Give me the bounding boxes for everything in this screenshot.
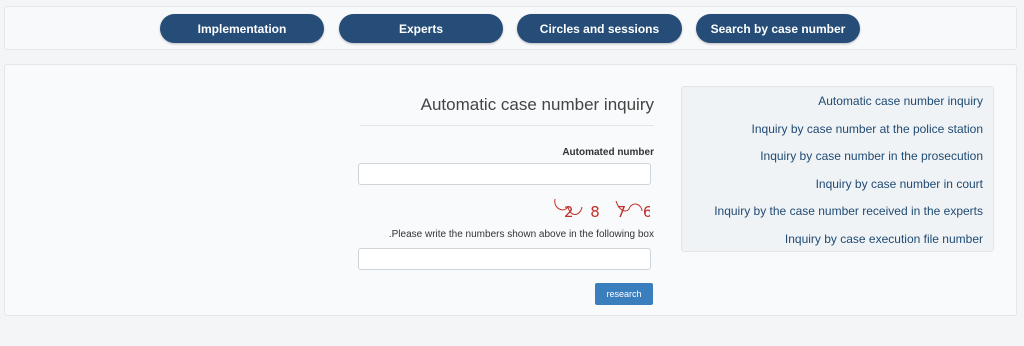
form-title: Automatic case number inquiry (420, 95, 654, 114)
captcha-graphic: 2 8 7 6 (554, 198, 652, 221)
sidebar-link-automatic-inquiry[interactable]: Automatic case number inquiry (818, 94, 983, 108)
sidebar-link-police-station[interactable]: Inquiry by case number at the police sta… (752, 122, 983, 136)
nav-experts-button[interactable]: Experts (339, 14, 503, 43)
automated-number-label: Automated number (562, 147, 654, 158)
inquiry-sidebar: Automatic case number inquiry Inquiry by… (681, 86, 994, 252)
captcha-hint: .Please write the numbers shown above in… (388, 229, 654, 240)
automated-number-input[interactable] (358, 163, 651, 185)
captcha-digits: 2 8 7 6 (564, 203, 650, 221)
nav-search-case-number-button[interactable]: Search by case number (696, 14, 860, 43)
sidebar-link-execution-file[interactable]: Inquiry by case execution file number (785, 232, 983, 246)
sidebar-link-prosecution[interactable]: Inquiry by case number in the prosecutio… (760, 149, 983, 163)
main-panel: Automatic case number inquiry Inquiry by… (4, 64, 1017, 316)
nav-circles-sessions-button[interactable]: Circles and sessions (517, 14, 682, 43)
sidebar-link-court[interactable]: Inquiry by case number in court (816, 177, 983, 191)
top-navigation-bar: Implementation Experts Circles and sessi… (4, 6, 1017, 50)
nav-implementation-button[interactable]: Implementation (160, 14, 324, 43)
sidebar-link-experts[interactable]: Inquiry by the case number received in t… (714, 204, 983, 218)
research-button[interactable]: research (595, 283, 653, 305)
captcha-image: 2 8 7 6 (550, 195, 652, 225)
title-divider (360, 125, 654, 126)
captcha-input[interactable] (358, 248, 651, 270)
